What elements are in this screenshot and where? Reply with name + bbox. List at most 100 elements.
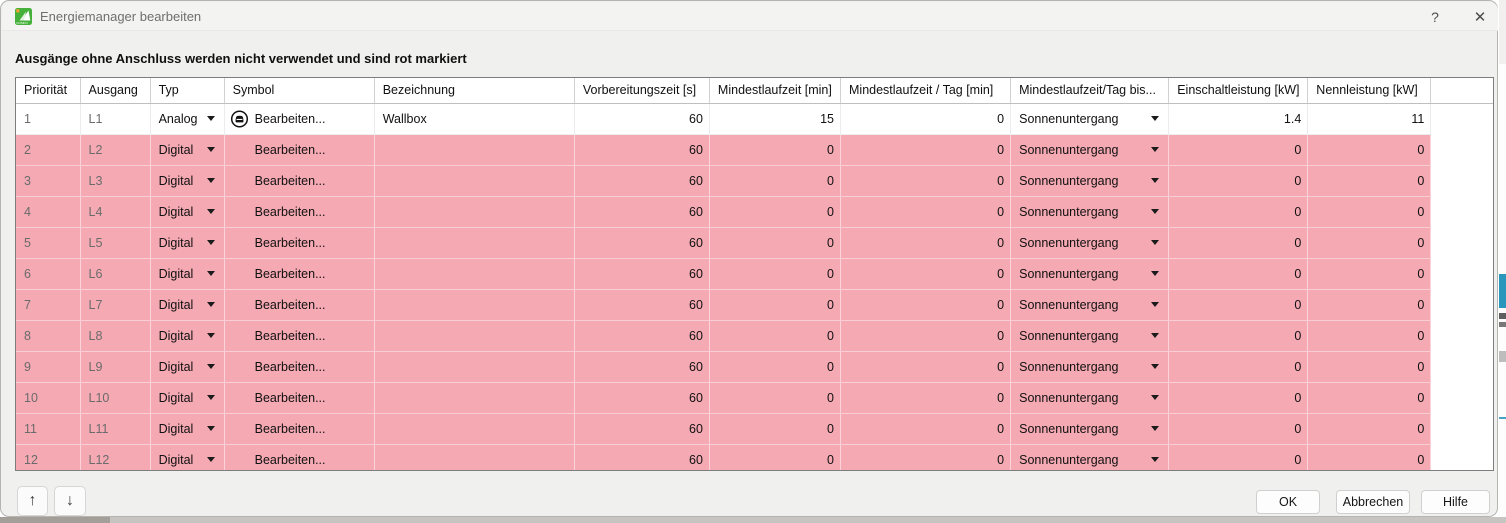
until-dropdown[interactable]: Sonnenuntergang bbox=[1010, 196, 1170, 228]
cell-nominal-power[interactable]: 0 bbox=[1307, 134, 1432, 166]
column-header[interactable]: Mindestlaufzeit / Tag [min] bbox=[840, 78, 1012, 104]
help-titlebar-button[interactable]: ? bbox=[1420, 2, 1450, 31]
cell-designation[interactable] bbox=[374, 444, 575, 470]
symbol-edit-button[interactable]: Bearbeiten... bbox=[224, 103, 375, 135]
cell-designation[interactable] bbox=[374, 351, 575, 383]
type-dropdown[interactable]: Digital bbox=[150, 289, 225, 321]
cell-prep-time[interactable]: 60 bbox=[574, 103, 710, 135]
cell-designation[interactable] bbox=[374, 165, 575, 197]
until-dropdown[interactable]: Sonnenuntergang bbox=[1010, 227, 1170, 259]
ok-button[interactable]: OK bbox=[1256, 490, 1320, 514]
cell-min-runtime-day[interactable]: 0 bbox=[840, 258, 1012, 290]
symbol-edit-button[interactable]: Bearbeiten... bbox=[224, 258, 375, 290]
cell-switch-on-power[interactable]: 0 bbox=[1168, 196, 1309, 228]
cell-min-runtime[interactable]: 0 bbox=[709, 134, 842, 166]
cell-nominal-power[interactable]: 0 bbox=[1307, 351, 1432, 383]
cell-designation[interactable]: Wallbox bbox=[374, 103, 575, 135]
cell-nominal-power[interactable]: 0 bbox=[1307, 320, 1432, 352]
cell-nominal-power[interactable]: 0 bbox=[1307, 382, 1432, 414]
cell-designation[interactable] bbox=[374, 227, 575, 259]
symbol-edit-button[interactable]: Bearbeiten... bbox=[224, 165, 375, 197]
cell-switch-on-power[interactable]: 0 bbox=[1168, 382, 1309, 414]
cell-designation[interactable] bbox=[374, 413, 575, 445]
until-dropdown[interactable]: Sonnenuntergang bbox=[1010, 320, 1170, 352]
until-dropdown[interactable]: Sonnenuntergang bbox=[1010, 351, 1170, 383]
type-dropdown[interactable]: Digital bbox=[150, 413, 225, 445]
cell-prep-time[interactable]: 60 bbox=[574, 196, 710, 228]
type-dropdown[interactable]: Digital bbox=[150, 227, 225, 259]
cell-min-runtime[interactable]: 0 bbox=[709, 196, 842, 228]
cell-prep-time[interactable]: 60 bbox=[574, 134, 710, 166]
until-dropdown[interactable]: Sonnenuntergang bbox=[1010, 103, 1170, 135]
cell-designation[interactable] bbox=[374, 134, 575, 166]
cell-min-runtime-day[interactable]: 0 bbox=[840, 320, 1012, 352]
until-dropdown[interactable]: Sonnenuntergang bbox=[1010, 258, 1170, 290]
cell-switch-on-power[interactable]: 0 bbox=[1168, 165, 1309, 197]
symbol-edit-button[interactable]: Bearbeiten... bbox=[224, 227, 375, 259]
cell-min-runtime[interactable]: 0 bbox=[709, 227, 842, 259]
cell-prep-time[interactable]: 60 bbox=[574, 351, 710, 383]
cell-min-runtime[interactable]: 0 bbox=[709, 351, 842, 383]
type-dropdown[interactable]: Digital bbox=[150, 196, 225, 228]
cell-designation[interactable] bbox=[374, 196, 575, 228]
cell-designation[interactable] bbox=[374, 382, 575, 414]
column-header[interactable]: Vorbereitungszeit [s] bbox=[574, 78, 710, 104]
cancel-button[interactable]: Abbrechen bbox=[1336, 490, 1410, 514]
cell-designation[interactable] bbox=[374, 258, 575, 290]
cell-min-runtime[interactable]: 0 bbox=[709, 382, 842, 414]
column-header[interactable]: Bezeichnung bbox=[374, 78, 575, 104]
titlebar[interactable]: COMFO Energiemanager bearbeiten ? ✕ bbox=[2, 2, 1498, 31]
until-dropdown[interactable]: Sonnenuntergang bbox=[1010, 165, 1170, 197]
cell-prep-time[interactable]: 60 bbox=[574, 320, 710, 352]
cell-prep-time[interactable]: 60 bbox=[574, 413, 710, 445]
cell-nominal-power[interactable]: 0 bbox=[1307, 289, 1432, 321]
type-dropdown[interactable]: Digital bbox=[150, 382, 225, 414]
cell-min-runtime-day[interactable]: 0 bbox=[840, 382, 1012, 414]
cell-min-runtime[interactable]: 0 bbox=[709, 165, 842, 197]
cell-switch-on-power[interactable]: 0 bbox=[1168, 227, 1309, 259]
cell-min-runtime[interactable]: 0 bbox=[709, 413, 842, 445]
until-dropdown[interactable]: Sonnenuntergang bbox=[1010, 289, 1170, 321]
help-button[interactable]: Hilfe bbox=[1421, 490, 1490, 514]
cell-switch-on-power[interactable]: 0 bbox=[1168, 320, 1309, 352]
cell-min-runtime-day[interactable]: 0 bbox=[840, 165, 1012, 197]
column-header[interactable]: Ausgang bbox=[80, 78, 151, 104]
cell-min-runtime[interactable]: 0 bbox=[709, 444, 842, 470]
cell-min-runtime-day[interactable]: 0 bbox=[840, 227, 1012, 259]
until-dropdown[interactable]: Sonnenuntergang bbox=[1010, 134, 1170, 166]
type-dropdown[interactable]: Digital bbox=[150, 320, 225, 352]
symbol-edit-button[interactable]: Bearbeiten... bbox=[224, 320, 375, 352]
column-header[interactable]: Symbol bbox=[224, 78, 375, 104]
close-icon[interactable]: ✕ bbox=[1465, 2, 1495, 31]
cell-switch-on-power[interactable]: 0 bbox=[1168, 413, 1309, 445]
cell-prep-time[interactable]: 60 bbox=[574, 227, 710, 259]
cell-min-runtime[interactable]: 15 bbox=[709, 103, 842, 135]
cell-min-runtime[interactable]: 0 bbox=[709, 258, 842, 290]
until-dropdown[interactable]: Sonnenuntergang bbox=[1010, 413, 1170, 445]
cell-switch-on-power[interactable]: 0 bbox=[1168, 351, 1309, 383]
column-header[interactable]: Priorität bbox=[16, 78, 81, 104]
move-up-button[interactable]: ↑ bbox=[17, 486, 48, 516]
cell-switch-on-power[interactable]: 0 bbox=[1168, 289, 1309, 321]
cell-designation[interactable] bbox=[374, 289, 575, 321]
column-header[interactable]: Typ bbox=[150, 78, 225, 104]
cell-nominal-power[interactable]: 0 bbox=[1307, 196, 1432, 228]
type-dropdown[interactable]: Digital bbox=[150, 444, 225, 470]
cell-prep-time[interactable]: 60 bbox=[574, 258, 710, 290]
cell-nominal-power[interactable]: 0 bbox=[1307, 258, 1432, 290]
type-dropdown[interactable]: Digital bbox=[150, 165, 225, 197]
cell-min-runtime-day[interactable]: 0 bbox=[840, 413, 1012, 445]
cell-nominal-power[interactable]: 0 bbox=[1307, 165, 1432, 197]
type-dropdown[interactable]: Digital bbox=[150, 134, 225, 166]
symbol-edit-button[interactable]: Bearbeiten... bbox=[224, 289, 375, 321]
type-dropdown[interactable]: Analog bbox=[150, 103, 225, 135]
cell-designation[interactable] bbox=[374, 320, 575, 352]
column-header[interactable]: Mindestlaufzeit/Tag bis... bbox=[1010, 78, 1170, 104]
symbol-edit-button[interactable]: Bearbeiten... bbox=[224, 413, 375, 445]
cell-min-runtime[interactable]: 0 bbox=[709, 289, 842, 321]
until-dropdown[interactable]: Sonnenuntergang bbox=[1010, 444, 1170, 470]
cell-prep-time[interactable]: 60 bbox=[574, 382, 710, 414]
type-dropdown[interactable]: Digital bbox=[150, 258, 225, 290]
column-header[interactable]: Mindestlaufzeit [min] bbox=[709, 78, 842, 104]
cell-nominal-power[interactable]: 0 bbox=[1307, 227, 1432, 259]
